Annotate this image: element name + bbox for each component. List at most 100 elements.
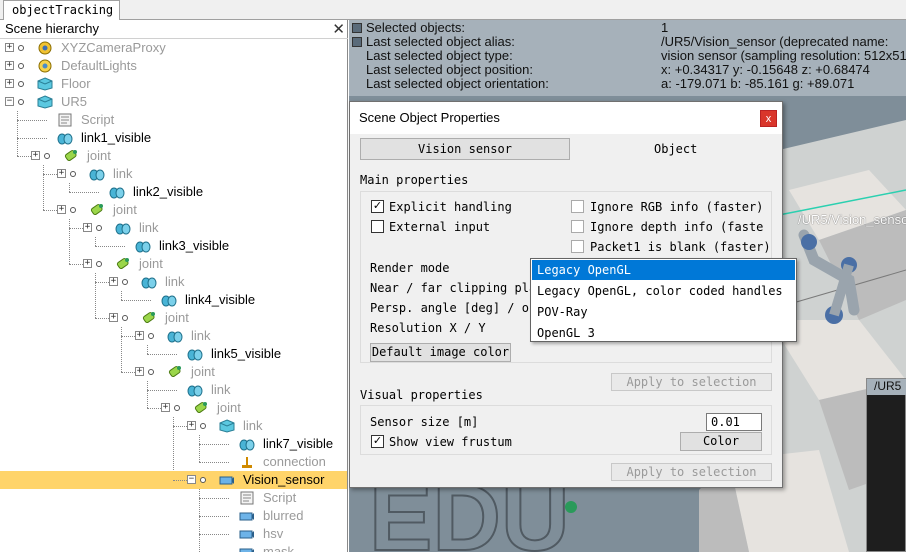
vision-sensor-view[interactable]: /UR5 xyxy=(866,378,906,552)
shape-icon xyxy=(167,329,183,343)
tree-row[interactable]: link2_visible xyxy=(0,183,347,201)
packet-blank-label: Packet1 is blank (faster) xyxy=(590,240,771,254)
tree-row[interactable]: blurred xyxy=(0,507,347,525)
tree-guide-line xyxy=(199,534,229,535)
apply-to-selection-button[interactable]: Apply to selection xyxy=(611,373,772,391)
expand-icon[interactable]: + xyxy=(5,61,14,70)
tree-row[interactable]: link5_visible xyxy=(0,345,347,363)
tab-object-tracking[interactable]: objectTracking xyxy=(3,0,120,20)
tree-row[interactable]: + joint xyxy=(0,363,347,381)
ignore-rgb-checkbox[interactable] xyxy=(571,200,584,213)
tree-row[interactable]: + joint xyxy=(0,399,347,417)
tree-item-label: UR5 xyxy=(61,94,88,109)
ignore-depth-label: Ignore depth info (faste xyxy=(590,220,764,234)
joint-icon xyxy=(141,311,157,325)
tree-guide-line xyxy=(199,444,229,445)
tree-row[interactable]: + joint xyxy=(0,309,347,327)
expand-icon[interactable]: + xyxy=(109,313,118,322)
close-icon[interactable]: x xyxy=(760,110,777,127)
tree-guide-line xyxy=(17,156,31,157)
tree-row[interactable]: + link xyxy=(0,165,347,183)
scene-hierarchy-header: Scene hierarchy ✕ xyxy=(0,20,348,39)
joint-icon xyxy=(89,203,105,217)
tree-row[interactable]: + link xyxy=(0,417,347,435)
vision-sensor-view-title: /UR5 xyxy=(867,379,906,395)
expand-icon[interactable]: + xyxy=(5,79,14,88)
tree-row[interactable]: Script xyxy=(0,489,347,507)
tree-item-label: XYZCameraProxy xyxy=(61,40,166,55)
tree-row[interactable]: − UR5 xyxy=(0,93,347,111)
sensor-size-field[interactable]: 0.01 xyxy=(706,413,762,431)
collapse-icon[interactable]: − xyxy=(5,97,14,106)
expand-icon[interactable]: + xyxy=(135,367,144,376)
visual-properties-heading: Visual properties xyxy=(360,388,483,402)
render-mode-option[interactable]: OpenGL 3 xyxy=(532,323,795,343)
render-mode-option[interactable]: Legacy OpenGL, color coded handles xyxy=(532,281,795,301)
expand-icon[interactable]: + xyxy=(57,169,66,178)
tree-row[interactable]: + XYZCameraProxy xyxy=(0,39,347,57)
tree-row[interactable]: + link xyxy=(0,327,347,345)
external-input-checkbox[interactable] xyxy=(371,220,384,233)
tree-row[interactable]: connection xyxy=(0,453,347,471)
expand-icon[interactable]: + xyxy=(83,223,92,232)
expand-icon[interactable]: + xyxy=(83,259,92,268)
vision-sensor-label: /UR5/Vision_sensor xyxy=(798,212,906,227)
explicit-handling-checkbox[interactable]: ✓ xyxy=(371,200,384,213)
expand-icon[interactable]: + xyxy=(187,421,196,430)
collapse-icon[interactable]: − xyxy=(187,475,196,484)
show-view-frustum-checkbox[interactable]: ✓ xyxy=(371,435,384,448)
tree-node-dot-icon xyxy=(18,81,24,87)
tab-object[interactable]: Object xyxy=(654,142,697,156)
expand-icon[interactable]: + xyxy=(5,43,14,52)
default-image-color-button[interactable]: Default image color xyxy=(370,343,511,362)
tree-row-selected[interactable]: − Vision_sensor xyxy=(0,471,347,489)
expand-icon[interactable]: + xyxy=(161,403,170,412)
tree-row[interactable]: + joint xyxy=(0,201,347,219)
tree-item-label: Script xyxy=(81,112,115,127)
info-toggle-icon[interactable] xyxy=(352,23,362,33)
tree-row[interactable]: + link xyxy=(0,273,347,291)
color-button[interactable]: Color xyxy=(680,432,762,451)
expand-icon[interactable]: + xyxy=(135,331,144,340)
expand-icon[interactable]: + xyxy=(57,205,66,214)
show-view-frustum-label: Show view frustum xyxy=(389,435,512,449)
tree-row[interactable]: link4_visible xyxy=(0,291,347,309)
tree-row[interactable]: hsv xyxy=(0,525,347,543)
tab-vision-sensor[interactable]: Vision sensor xyxy=(360,138,570,160)
shape-icon xyxy=(141,275,157,289)
tree-row[interactable]: link3_visible xyxy=(0,237,347,255)
tree-row[interactable]: Script xyxy=(0,111,347,129)
ignore-depth-checkbox[interactable] xyxy=(571,220,584,233)
info-label: Selected objects: xyxy=(366,20,466,35)
ignore-rgb-label: Ignore RGB info (faster) xyxy=(590,200,764,214)
tree-guide-line xyxy=(43,174,57,175)
packet-blank-checkbox[interactable] xyxy=(571,240,584,253)
tree-row[interactable]: mask xyxy=(0,543,347,552)
joint-icon xyxy=(115,257,131,271)
tree-row[interactable]: + joint xyxy=(0,147,347,165)
info-value: a: -179.071 b: -85.161 g: +89.071 xyxy=(661,76,855,91)
render-mode-dropdown[interactable]: Legacy OpenGL Legacy OpenGL, color coded … xyxy=(530,258,797,342)
tree-row[interactable]: + link xyxy=(0,219,347,237)
expand-icon[interactable]: + xyxy=(31,151,40,160)
hierarchy-tree[interactable]: + XYZCameraProxy + DefaultLights + Floor − UR5 S… xyxy=(0,39,347,552)
render-mode-option[interactable]: Legacy OpenGL xyxy=(532,260,795,280)
tree-node-dot-icon xyxy=(200,423,206,429)
tree-row[interactable]: + joint xyxy=(0,255,347,273)
info-toggle-icon[interactable] xyxy=(352,37,362,47)
tree-item-label: hsv xyxy=(263,526,284,541)
info-label: Last selected object position: xyxy=(366,62,533,77)
tree-guide-line xyxy=(199,462,229,463)
script-icon xyxy=(57,113,73,127)
close-icon[interactable]: ✕ xyxy=(332,20,345,38)
tree-row[interactable]: link7_visible xyxy=(0,435,347,453)
tree-row[interactable]: + DefaultLights xyxy=(0,57,347,75)
tree-row[interactable]: + Floor xyxy=(0,75,347,93)
info-label: Last selected object alias: xyxy=(366,34,515,49)
tree-row[interactable]: link xyxy=(0,381,347,399)
expand-icon[interactable]: + xyxy=(109,277,118,286)
render-mode-option[interactable]: POV-Ray xyxy=(532,302,795,322)
apply-to-selection-button-visual[interactable]: Apply to selection xyxy=(611,463,772,481)
tree-item-label: Floor xyxy=(61,76,91,91)
tree-row[interactable]: link1_visible xyxy=(0,129,347,147)
